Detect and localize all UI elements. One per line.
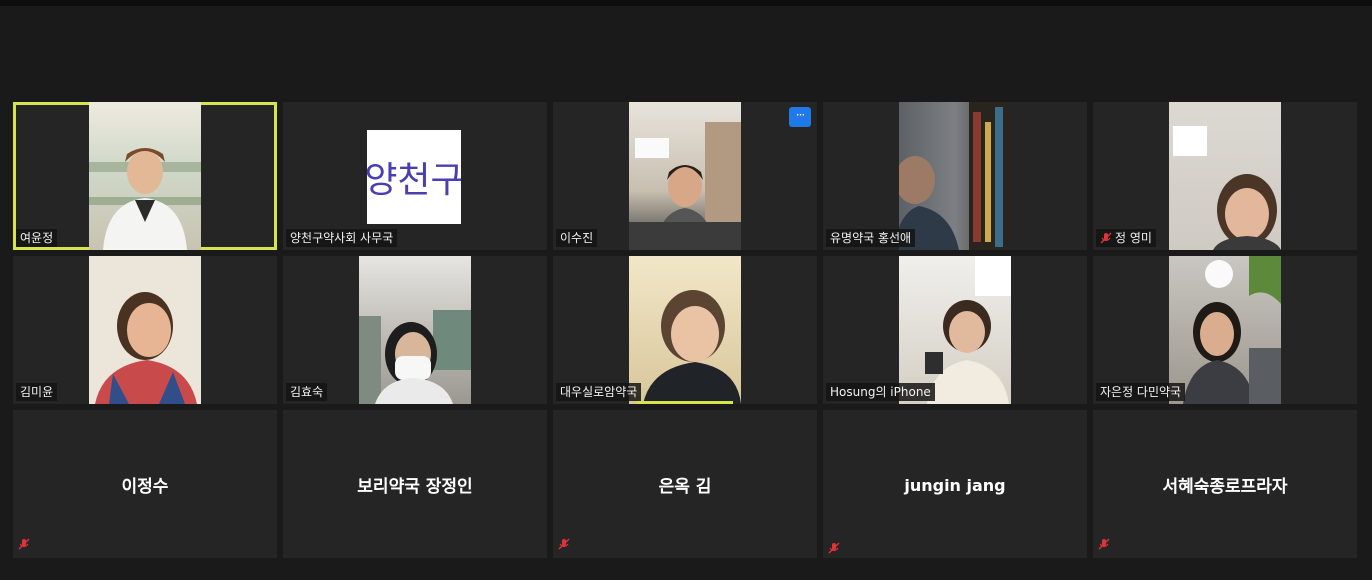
participant-name-tag: 이수진	[556, 229, 598, 247]
participant-name-tag: Hosung의 iPhone	[826, 383, 935, 401]
participant-name-tag: 여윤정	[16, 229, 58, 247]
more-options-button[interactable]: ···	[789, 107, 811, 127]
person-silhouette	[899, 102, 1011, 250]
participant-tile[interactable]: 여윤정	[13, 102, 277, 250]
participant-tile[interactable]: Hosung의 iPhone	[823, 256, 1087, 404]
microphone-muted-icon	[1100, 232, 1112, 244]
microphone-muted-icon	[828, 539, 840, 558]
participant-name: 정 영미	[1115, 231, 1152, 245]
participant-name: jungin jang	[904, 476, 1006, 495]
participant-tile[interactable]: 보리약국 장정인	[283, 410, 547, 558]
participant-video	[629, 102, 741, 250]
speaking-indicator	[637, 401, 733, 404]
participant-video	[89, 102, 201, 250]
participant-name: 서혜숙종로프라자	[1162, 477, 1288, 497]
profile-logo: 양천구	[367, 130, 461, 224]
participant-name: Hosung의 iPhone	[830, 385, 931, 399]
participant-video	[629, 256, 741, 404]
participant-name: 여윤정	[20, 231, 54, 245]
person-silhouette	[1183, 256, 1281, 404]
participant-name: 김미윤	[20, 385, 54, 399]
participant-tile[interactable]: 유명약국 홍선애	[823, 102, 1087, 250]
participant-name-tag: 양천구약사회 사무국	[286, 229, 398, 247]
microphone-muted-icon	[1098, 535, 1110, 554]
participant-name-tag: 자은정 다민약국	[1096, 383, 1186, 401]
participant-tile[interactable]: 양천구 양천구약사회 사무국	[283, 102, 547, 250]
participant-name-tag: 유명약국 홍선애	[826, 229, 916, 247]
participant-tile[interactable]: 김미윤	[13, 256, 277, 404]
participant-name: 이수진	[560, 231, 594, 245]
person-silhouette	[643, 290, 741, 404]
participant-name: 은옥 김	[658, 477, 712, 497]
participant-name: 보리약국 장정인	[357, 477, 473, 497]
participant-name-tag: 정 영미	[1096, 229, 1156, 247]
person-silhouette	[95, 292, 197, 404]
participant-name: 대우실로암약국	[560, 385, 638, 399]
participant-name-tag: 김효숙	[286, 383, 328, 401]
participant-tile[interactable]: 김효숙	[283, 256, 547, 404]
person-silhouette	[89, 148, 201, 250]
gallery-grid: 여윤정 양천구 양천구약사회 사무국 ··· 이수진 유명약국 홍선애 정 영미…	[13, 102, 1357, 558]
participant-tile[interactable]: 대우실로암약국	[553, 256, 817, 404]
microphone-muted-icon	[18, 535, 30, 554]
participant-video	[899, 102, 1011, 250]
participant-video	[899, 256, 1011, 404]
participant-video	[1169, 102, 1281, 250]
microphone-muted-icon	[558, 535, 570, 554]
participant-tile[interactable]: 자은정 다민약국	[1093, 256, 1357, 404]
participant-video	[359, 256, 471, 404]
participant-tile[interactable]: jungin jang	[823, 410, 1087, 558]
participant-video	[89, 256, 201, 404]
participant-name: 자은정 다민약국	[1100, 385, 1182, 399]
participant-tile[interactable]: 정 영미	[1093, 102, 1357, 250]
person-silhouette	[1173, 126, 1281, 250]
participant-name: 김효숙	[290, 385, 324, 399]
participant-tile[interactable]: 서혜숙종로프라자	[1093, 410, 1357, 558]
person-silhouette	[359, 310, 471, 404]
participant-name: 양천구약사회 사무국	[290, 231, 394, 245]
person-silhouette	[629, 122, 741, 250]
logo-text: 양천구	[367, 160, 461, 201]
participant-name: 유명약국 홍선애	[830, 231, 912, 245]
person-silhouette	[925, 256, 1011, 404]
participant-name-tag: 김미윤	[16, 383, 58, 401]
participant-name: 이정수	[121, 477, 169, 497]
participant-tile[interactable]: 이정수	[13, 410, 277, 558]
top-bar	[0, 0, 1372, 6]
participant-tile[interactable]: 은옥 김	[553, 410, 817, 558]
participant-tile[interactable]: ··· 이수진	[553, 102, 817, 250]
participant-video	[1169, 256, 1281, 404]
participant-name-tag: 대우실로암약국	[556, 383, 642, 401]
